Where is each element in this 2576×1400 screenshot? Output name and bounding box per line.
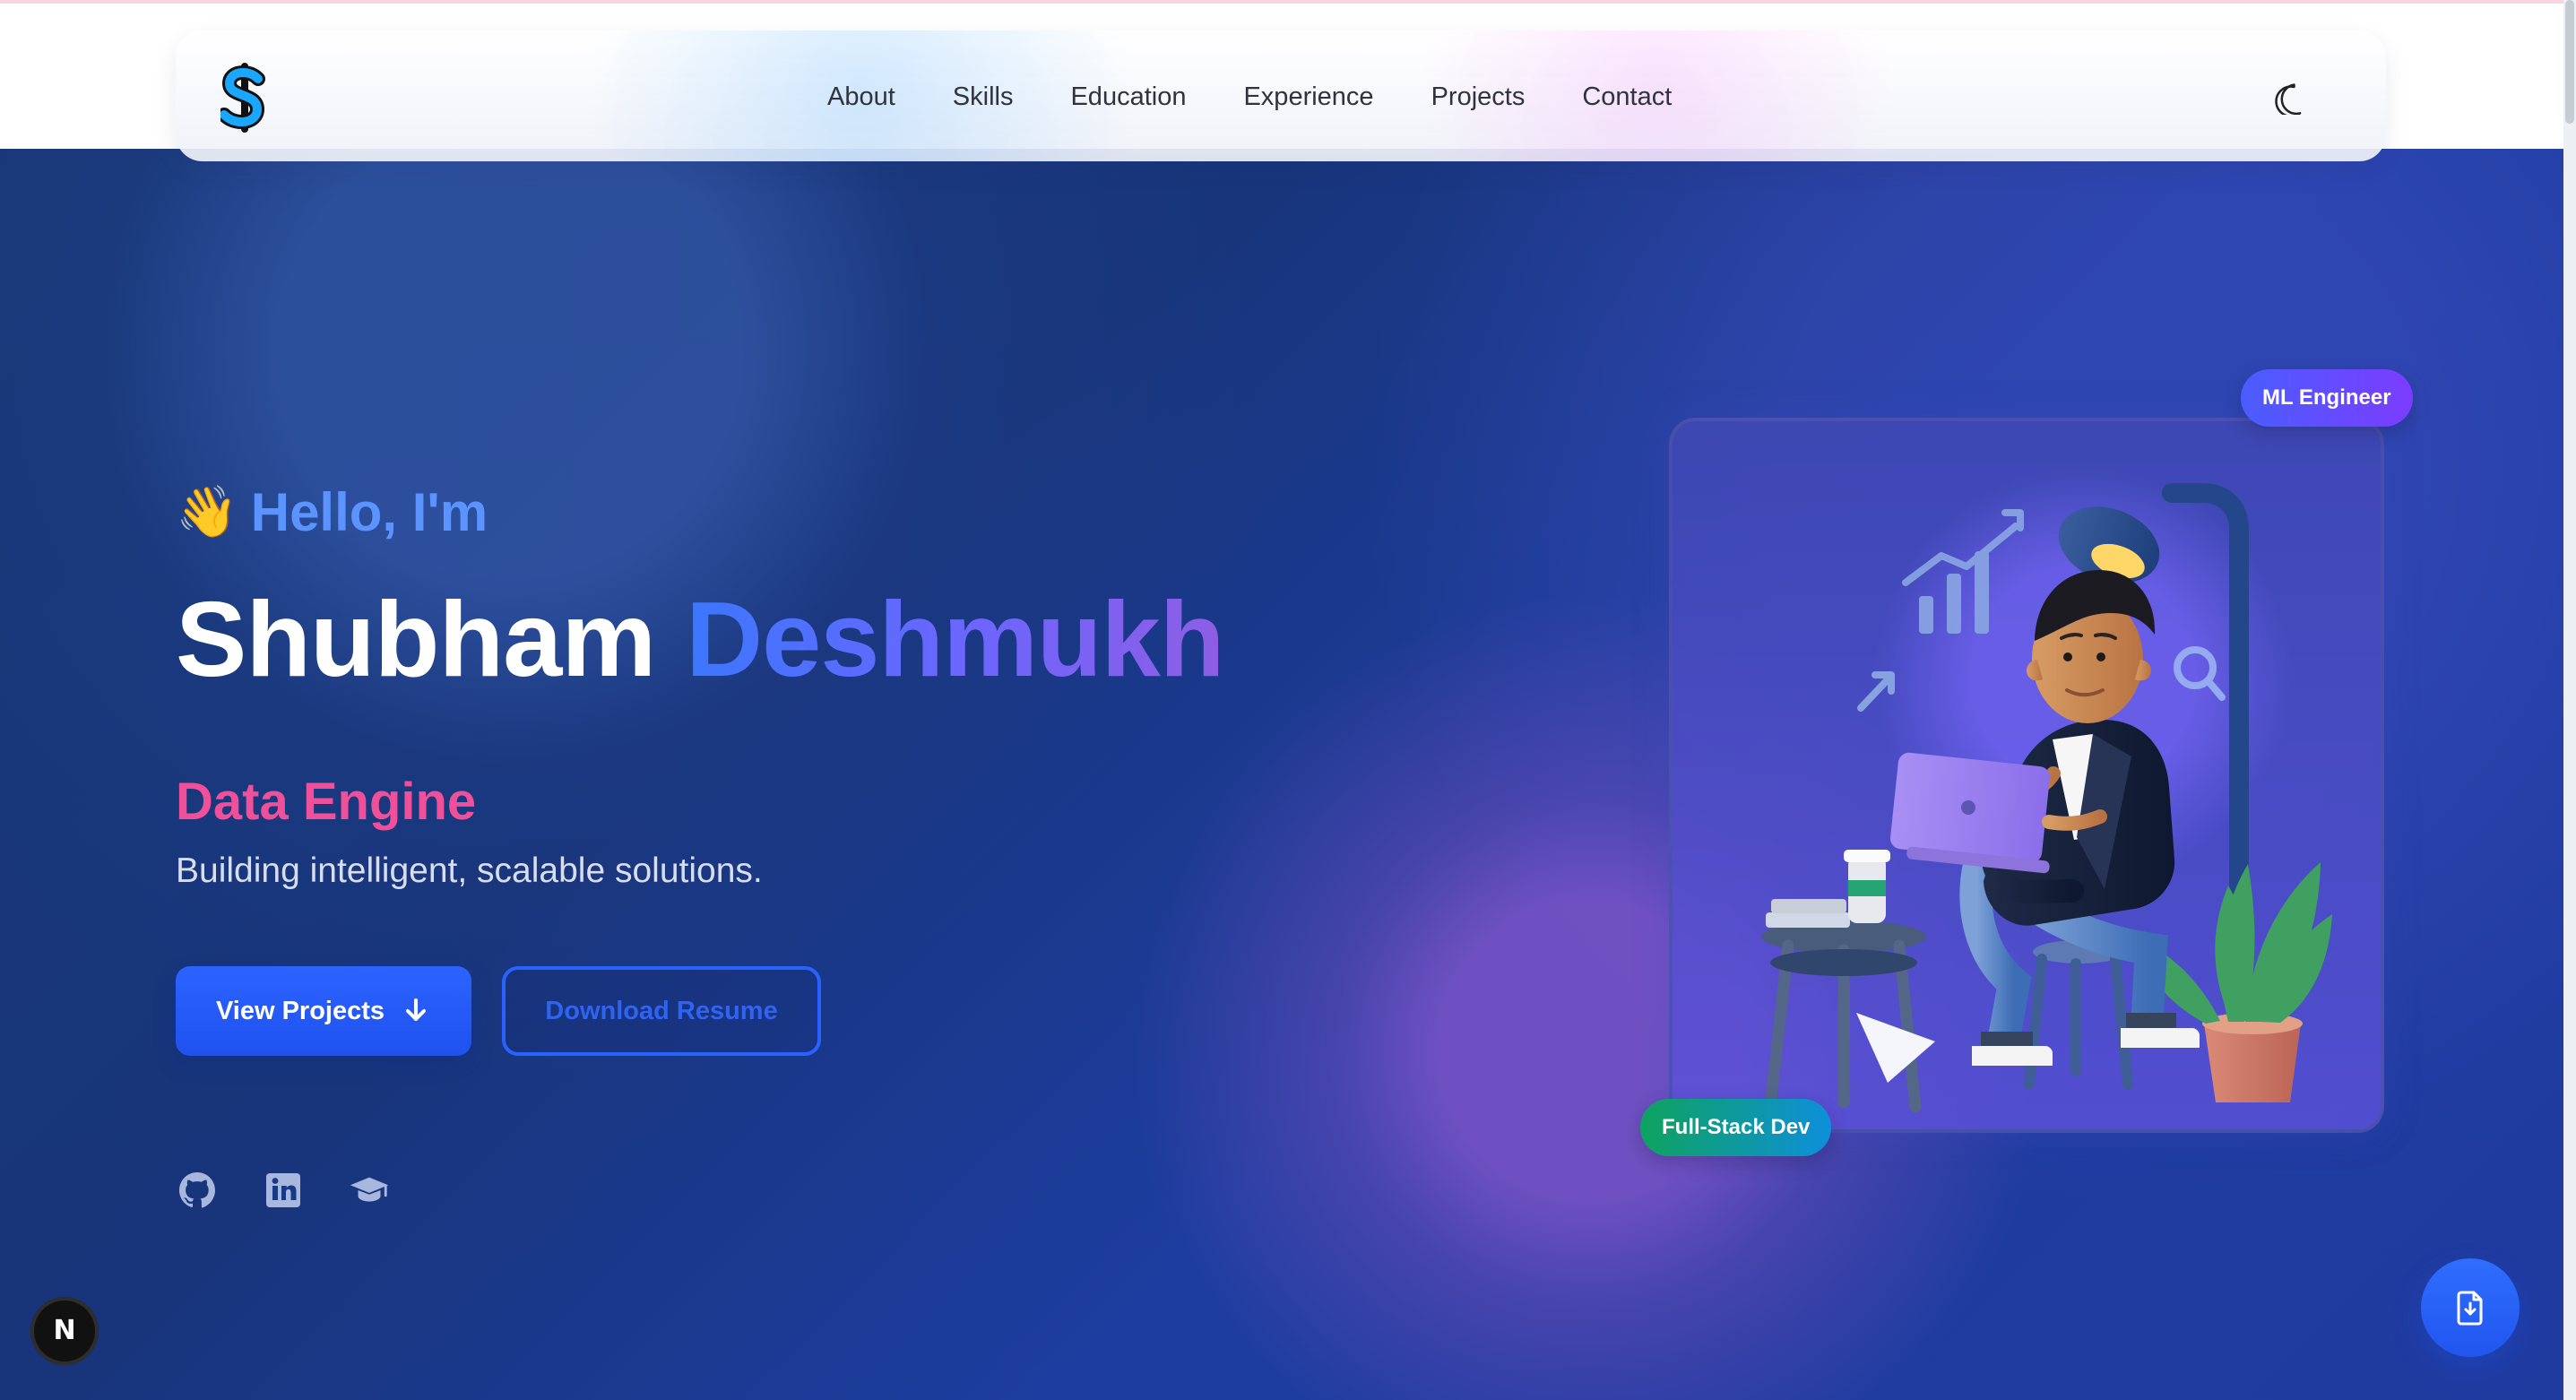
hero-greeting-text: Hello, I'm [250, 481, 488, 542]
growth-chart-icon [1902, 509, 2024, 634]
first-name: Shubham [176, 579, 656, 699]
hero-name: Shubham Deshmukh [176, 584, 1341, 694]
n-logo-button[interactable]: N [30, 1297, 99, 1365]
search-icon [2174, 646, 2226, 701]
graduation-cap-icon[interactable] [348, 1169, 391, 1212]
full-stack-dev-badge: Full-Stack Dev [1640, 1099, 1832, 1156]
moon-icon [2275, 83, 2302, 115]
view-projects-label: View Projects [215, 996, 385, 1025]
theme-toggle-button[interactable] [2269, 78, 2309, 117]
nav-skills[interactable]: Skills [953, 82, 1014, 112]
download-resume-label: Download Resume [545, 996, 778, 1025]
last-name: Deshmukh [686, 579, 1224, 699]
nav-contact[interactable]: Contact [1582, 82, 1672, 112]
illustration-panel [1669, 418, 2384, 1133]
github-icon[interactable] [176, 1169, 219, 1212]
nav-about[interactable]: About [827, 82, 895, 112]
hero-greeting: 👋 Hello, I'm [176, 475, 1341, 549]
linkedin-icon[interactable] [262, 1169, 305, 1212]
hero-subtitle: Building intelligent, scalable solutions… [176, 851, 763, 890]
navbar: About Skills Education Experience Projec… [176, 30, 2386, 161]
file-download-icon [2457, 1291, 2483, 1326]
view-projects-button[interactable]: View Projects [176, 966, 471, 1056]
social-links [176, 1169, 391, 1212]
nav-projects[interactable]: Projects [1431, 82, 1526, 112]
hero-role: Data Engine [176, 773, 477, 831]
n-logo-label: N [53, 1315, 76, 1346]
ml-engineer-badge: ML Engineer [2241, 369, 2413, 427]
primary-navigation: About Skills Education Experience Projec… [827, 79, 1672, 115]
nav-experience[interactable]: Experience [1243, 82, 1373, 112]
wave-emoji: 👋 [176, 483, 238, 540]
arrow-down-icon [406, 998, 427, 1021]
arrow-up-right-icon [1857, 671, 1895, 712]
page-scrollbar-thumb[interactable] [2565, 0, 2574, 124]
hero-illustration-card: ML Engineer Full-Stack Dev [1640, 369, 2413, 1156]
page-scrollbar-track[interactable] [2563, 0, 2576, 1400]
download-fab-button[interactable] [2421, 1258, 2520, 1357]
hero-actions: View Projects Download Resume [176, 966, 821, 1056]
dollar-sign-icon[interactable] [220, 63, 269, 133]
hero-copy: 👋 Hello, I'm Shubham Deshmukh Data Engin… [176, 475, 1341, 1208]
nav-education[interactable]: Education [1070, 82, 1186, 112]
download-resume-button[interactable]: Download Resume [502, 966, 821, 1056]
